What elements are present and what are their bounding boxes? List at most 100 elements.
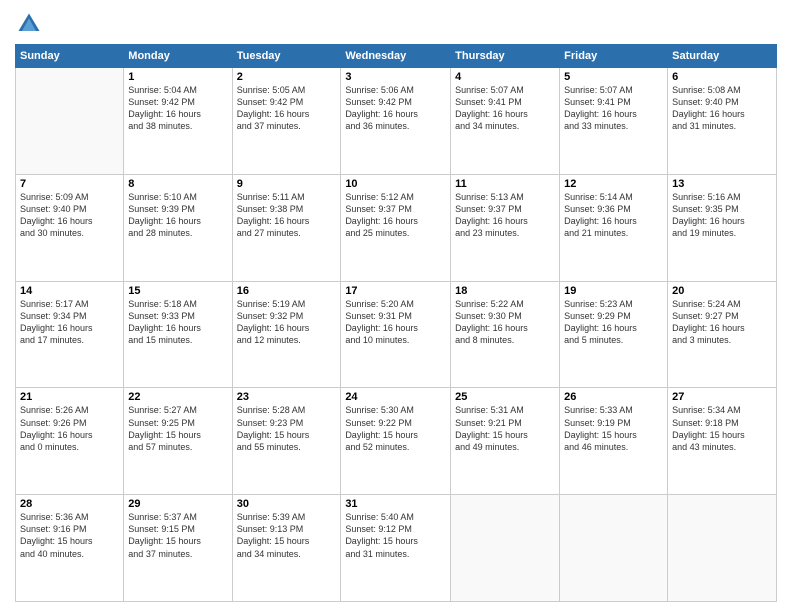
day-info: Sunrise: 5:14 AM Sunset: 9:36 PM Dayligh… [564, 191, 663, 240]
day-number: 19 [564, 285, 663, 297]
day-info: Sunrise: 5:24 AM Sunset: 9:27 PM Dayligh… [672, 298, 772, 347]
calendar-cell [16, 68, 124, 175]
calendar-cell: 6Sunrise: 5:08 AM Sunset: 9:40 PM Daylig… [668, 68, 777, 175]
day-number: 24 [345, 391, 446, 403]
day-info: Sunrise: 5:26 AM Sunset: 9:26 PM Dayligh… [20, 404, 119, 453]
day-number: 17 [345, 285, 446, 297]
day-info: Sunrise: 5:30 AM Sunset: 9:22 PM Dayligh… [345, 404, 446, 453]
week-row-3: 14Sunrise: 5:17 AM Sunset: 9:34 PM Dayli… [16, 281, 777, 388]
day-number: 15 [128, 285, 227, 297]
day-info: Sunrise: 5:20 AM Sunset: 9:31 PM Dayligh… [345, 298, 446, 347]
day-info: Sunrise: 5:28 AM Sunset: 9:23 PM Dayligh… [237, 404, 337, 453]
day-info: Sunrise: 5:19 AM Sunset: 9:32 PM Dayligh… [237, 298, 337, 347]
page: SundayMondayTuesdayWednesdayThursdayFrid… [0, 0, 792, 612]
day-info: Sunrise: 5:12 AM Sunset: 9:37 PM Dayligh… [345, 191, 446, 240]
day-number: 31 [345, 498, 446, 510]
calendar-cell [668, 495, 777, 602]
day-number: 4 [455, 71, 555, 83]
day-number: 13 [672, 178, 772, 190]
day-number: 16 [237, 285, 337, 297]
day-number: 21 [20, 391, 119, 403]
calendar-cell: 1Sunrise: 5:04 AM Sunset: 9:42 PM Daylig… [124, 68, 232, 175]
calendar-cell [560, 495, 668, 602]
week-row-1: 1Sunrise: 5:04 AM Sunset: 9:42 PM Daylig… [16, 68, 777, 175]
day-info: Sunrise: 5:31 AM Sunset: 9:21 PM Dayligh… [455, 404, 555, 453]
week-row-4: 21Sunrise: 5:26 AM Sunset: 9:26 PM Dayli… [16, 388, 777, 495]
day-number: 23 [237, 391, 337, 403]
calendar-cell: 25Sunrise: 5:31 AM Sunset: 9:21 PM Dayli… [451, 388, 560, 495]
calendar-cell: 30Sunrise: 5:39 AM Sunset: 9:13 PM Dayli… [232, 495, 341, 602]
day-info: Sunrise: 5:27 AM Sunset: 9:25 PM Dayligh… [128, 404, 227, 453]
weekday-header-saturday: Saturday [668, 45, 777, 68]
calendar-cell: 20Sunrise: 5:24 AM Sunset: 9:27 PM Dayli… [668, 281, 777, 388]
weekday-header-monday: Monday [124, 45, 232, 68]
day-number: 26 [564, 391, 663, 403]
day-info: Sunrise: 5:07 AM Sunset: 9:41 PM Dayligh… [564, 84, 663, 133]
day-info: Sunrise: 5:23 AM Sunset: 9:29 PM Dayligh… [564, 298, 663, 347]
weekday-header-tuesday: Tuesday [232, 45, 341, 68]
day-number: 25 [455, 391, 555, 403]
calendar-cell: 17Sunrise: 5:20 AM Sunset: 9:31 PM Dayli… [341, 281, 451, 388]
week-row-2: 7Sunrise: 5:09 AM Sunset: 9:40 PM Daylig… [16, 174, 777, 281]
day-number: 12 [564, 178, 663, 190]
day-info: Sunrise: 5:22 AM Sunset: 9:30 PM Dayligh… [455, 298, 555, 347]
day-info: Sunrise: 5:06 AM Sunset: 9:42 PM Dayligh… [345, 84, 446, 133]
day-info: Sunrise: 5:04 AM Sunset: 9:42 PM Dayligh… [128, 84, 227, 133]
calendar-cell [451, 495, 560, 602]
weekday-header-friday: Friday [560, 45, 668, 68]
day-info: Sunrise: 5:05 AM Sunset: 9:42 PM Dayligh… [237, 84, 337, 133]
weekday-header-thursday: Thursday [451, 45, 560, 68]
weekday-header-wednesday: Wednesday [341, 45, 451, 68]
calendar-cell: 3Sunrise: 5:06 AM Sunset: 9:42 PM Daylig… [341, 68, 451, 175]
day-number: 6 [672, 71, 772, 83]
calendar-cell: 14Sunrise: 5:17 AM Sunset: 9:34 PM Dayli… [16, 281, 124, 388]
day-info: Sunrise: 5:18 AM Sunset: 9:33 PM Dayligh… [128, 298, 227, 347]
calendar-cell: 7Sunrise: 5:09 AM Sunset: 9:40 PM Daylig… [16, 174, 124, 281]
day-info: Sunrise: 5:40 AM Sunset: 9:12 PM Dayligh… [345, 511, 446, 560]
calendar-cell: 29Sunrise: 5:37 AM Sunset: 9:15 PM Dayli… [124, 495, 232, 602]
calendar-cell: 12Sunrise: 5:14 AM Sunset: 9:36 PM Dayli… [560, 174, 668, 281]
day-number: 8 [128, 178, 227, 190]
logo-icon [15, 10, 43, 38]
calendar-cell: 18Sunrise: 5:22 AM Sunset: 9:30 PM Dayli… [451, 281, 560, 388]
calendar-cell: 24Sunrise: 5:30 AM Sunset: 9:22 PM Dayli… [341, 388, 451, 495]
day-info: Sunrise: 5:11 AM Sunset: 9:38 PM Dayligh… [237, 191, 337, 240]
day-number: 1 [128, 71, 227, 83]
day-number: 7 [20, 178, 119, 190]
day-number: 2 [237, 71, 337, 83]
day-number: 27 [672, 391, 772, 403]
day-info: Sunrise: 5:13 AM Sunset: 9:37 PM Dayligh… [455, 191, 555, 240]
day-info: Sunrise: 5:10 AM Sunset: 9:39 PM Dayligh… [128, 191, 227, 240]
day-info: Sunrise: 5:34 AM Sunset: 9:18 PM Dayligh… [672, 404, 772, 453]
calendar-cell: 26Sunrise: 5:33 AM Sunset: 9:19 PM Dayli… [560, 388, 668, 495]
day-number: 9 [237, 178, 337, 190]
calendar-cell: 15Sunrise: 5:18 AM Sunset: 9:33 PM Dayli… [124, 281, 232, 388]
day-number: 29 [128, 498, 227, 510]
day-number: 10 [345, 178, 446, 190]
weekday-header-row: SundayMondayTuesdayWednesdayThursdayFrid… [16, 45, 777, 68]
day-number: 18 [455, 285, 555, 297]
day-number: 11 [455, 178, 555, 190]
day-number: 22 [128, 391, 227, 403]
calendar-cell: 10Sunrise: 5:12 AM Sunset: 9:37 PM Dayli… [341, 174, 451, 281]
calendar-cell: 4Sunrise: 5:07 AM Sunset: 9:41 PM Daylig… [451, 68, 560, 175]
calendar-cell: 28Sunrise: 5:36 AM Sunset: 9:16 PM Dayli… [16, 495, 124, 602]
logo [15, 10, 47, 38]
day-info: Sunrise: 5:39 AM Sunset: 9:13 PM Dayligh… [237, 511, 337, 560]
calendar-table: SundayMondayTuesdayWednesdayThursdayFrid… [15, 44, 777, 602]
day-info: Sunrise: 5:08 AM Sunset: 9:40 PM Dayligh… [672, 84, 772, 133]
weekday-header-sunday: Sunday [16, 45, 124, 68]
day-number: 20 [672, 285, 772, 297]
calendar-cell: 23Sunrise: 5:28 AM Sunset: 9:23 PM Dayli… [232, 388, 341, 495]
day-number: 30 [237, 498, 337, 510]
day-info: Sunrise: 5:16 AM Sunset: 9:35 PM Dayligh… [672, 191, 772, 240]
day-number: 3 [345, 71, 446, 83]
week-row-5: 28Sunrise: 5:36 AM Sunset: 9:16 PM Dayli… [16, 495, 777, 602]
day-info: Sunrise: 5:07 AM Sunset: 9:41 PM Dayligh… [455, 84, 555, 133]
calendar-cell: 19Sunrise: 5:23 AM Sunset: 9:29 PM Dayli… [560, 281, 668, 388]
calendar-cell: 31Sunrise: 5:40 AM Sunset: 9:12 PM Dayli… [341, 495, 451, 602]
day-info: Sunrise: 5:33 AM Sunset: 9:19 PM Dayligh… [564, 404, 663, 453]
calendar-cell: 16Sunrise: 5:19 AM Sunset: 9:32 PM Dayli… [232, 281, 341, 388]
calendar-cell: 2Sunrise: 5:05 AM Sunset: 9:42 PM Daylig… [232, 68, 341, 175]
calendar-cell: 27Sunrise: 5:34 AM Sunset: 9:18 PM Dayli… [668, 388, 777, 495]
